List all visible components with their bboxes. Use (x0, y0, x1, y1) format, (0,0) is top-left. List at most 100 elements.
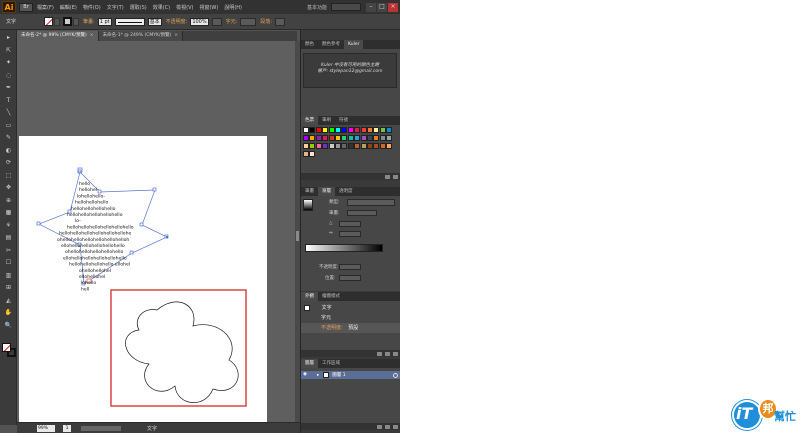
color-swatch[interactable] (315, 127, 322, 133)
doc-tab-1[interactable]: 未命名-2* @ 99% (CMYK/預覽) × (17, 31, 99, 41)
tool-button[interactable]: ✋ (4, 309, 13, 316)
color-swatch[interactable] (309, 127, 316, 133)
menu-item[interactable]: 編輯(E) (60, 4, 77, 11)
tool-button[interactable]: ◌ (4, 72, 13, 79)
fill-stroke-indicator[interactable] (2, 343, 16, 357)
horizontal-scrollbar[interactable] (81, 425, 121, 431)
color-swatch[interactable] (360, 143, 367, 149)
anchor-point[interactable] (152, 187, 157, 192)
menu-item[interactable]: 物件(O) (83, 4, 101, 11)
stroke-style-field[interactable]: 基本 (147, 17, 162, 26)
appearance-row-character[interactable]: 字元 (301, 313, 400, 323)
color-swatch[interactable] (322, 135, 329, 141)
color-swatch[interactable] (373, 127, 380, 133)
layer-name[interactable]: 圖層 1 (332, 372, 345, 378)
trash-icon[interactable] (393, 351, 398, 356)
artboard-number-field[interactable]: 1 (63, 424, 71, 432)
gradient-stroke-buttons[interactable] (347, 210, 377, 216)
color-swatch[interactable] (373, 135, 380, 141)
color-swatch[interactable] (360, 135, 367, 141)
tool-button[interactable]: ▭ (4, 122, 13, 129)
area-text[interactable]: hellohellohel-lohellohello-hellohellohel… (57, 181, 134, 292)
tool-button[interactable]: 🔍 (4, 322, 13, 329)
menu-item[interactable]: 檔案(F) (37, 4, 54, 11)
character-label[interactable]: 字元: (226, 18, 238, 25)
color-swatch[interactable] (386, 135, 393, 141)
color-swatch[interactable] (309, 135, 316, 141)
fill-dropdown[interactable] (54, 17, 61, 26)
color-swatch[interactable] (335, 143, 341, 149)
maximize-button[interactable]: □ (377, 2, 387, 12)
menu-item[interactable]: 說明(H) (224, 4, 242, 11)
color-swatch[interactable] (386, 127, 393, 133)
opacity-field[interactable]: 100% (190, 17, 209, 26)
trash-icon[interactable] (393, 174, 398, 179)
color-swatch[interactable] (354, 135, 361, 141)
color-swatch[interactable] (347, 143, 354, 149)
appearance-row-opacity[interactable]: 不透明度: 預設 (301, 323, 400, 333)
tab-color-guide[interactable]: 顏色參考 (318, 40, 344, 49)
stroke-dropdown[interactable] (73, 17, 80, 26)
color-swatch[interactable] (328, 143, 335, 149)
menu-item[interactable]: 選取(S) (130, 4, 147, 11)
bridge-button[interactable]: Br (19, 2, 33, 12)
workspace-switcher[interactable]: 基本功能 (307, 4, 327, 11)
stroke-label[interactable]: 筆畫: (83, 18, 95, 25)
color-swatch[interactable] (360, 127, 367, 133)
color-swatch[interactable] (379, 127, 386, 133)
tool-button[interactable]: ⚘ (4, 222, 13, 229)
color-swatch[interactable] (386, 143, 393, 149)
color-swatch[interactable] (347, 135, 354, 141)
doc-tab-2[interactable]: 未命名-1* @ 249% (CMYK/預覽) × (98, 31, 184, 41)
tab-appearance[interactable]: 外觀 (301, 292, 318, 301)
direction-point[interactable] (166, 236, 168, 238)
color-swatch[interactable] (322, 143, 329, 149)
tool-button[interactable]: ✎ (4, 134, 13, 141)
font-field[interactable] (240, 17, 257, 26)
artwork[interactable]: hellohellohel-lohellohello-hellohellohel… (17, 41, 295, 422)
color-swatch[interactable] (367, 143, 373, 149)
close-icon[interactable]: × (90, 33, 94, 38)
anchor-point[interactable] (139, 222, 144, 227)
scrollbar-thumb[interactable] (296, 231, 299, 241)
color-swatch[interactable] (354, 143, 361, 149)
tool-button[interactable]: T (4, 97, 13, 104)
tool-button[interactable]: ▤ (4, 234, 13, 241)
color-swatch[interactable] (379, 135, 386, 141)
color-swatch[interactable] (303, 127, 309, 133)
trash-icon[interactable] (393, 424, 398, 429)
tool-button[interactable]: ▦ (4, 209, 13, 216)
tool-button[interactable]: ✒ (4, 84, 13, 91)
canvas[interactable]: hello hellohel-lohellohello-hellohellohel… (17, 41, 295, 422)
add-stroke-icon[interactable] (377, 351, 382, 356)
opacity-label[interactable]: 不透明度: (166, 18, 188, 25)
tool-button[interactable]: ✦ (4, 59, 13, 66)
red-rectangle[interactable] (110, 289, 247, 407)
color-swatch[interactable] (328, 135, 335, 141)
gradient-type-select[interactable] (347, 199, 395, 206)
tab-swatches[interactable]: 色票 (301, 116, 318, 125)
menu-item[interactable]: 檢視(V) (176, 4, 193, 11)
color-swatch[interactable] (341, 143, 348, 149)
color-swatch[interactable] (328, 127, 335, 133)
color-swatch[interactable] (303, 151, 309, 157)
new-sublayer-icon[interactable] (377, 424, 382, 429)
align-button[interactable] (274, 17, 285, 26)
color-swatch[interactable] (322, 127, 329, 133)
color-swatch[interactable] (335, 135, 341, 141)
color-swatch[interactable] (379, 143, 386, 149)
minimize-button[interactable]: – (366, 2, 376, 12)
gradient-ratio-field[interactable] (339, 231, 361, 237)
anchor-point[interactable] (129, 250, 134, 255)
color-swatch[interactable] (373, 143, 380, 149)
menu-item[interactable]: 文字(T) (107, 4, 124, 11)
tool-button[interactable]: ✥ (4, 184, 13, 191)
color-swatch[interactable] (315, 135, 322, 141)
tool-button[interactable]: ☐ (4, 259, 13, 266)
tab-gradient[interactable]: 漸層 (318, 187, 335, 196)
color-swatch[interactable] (347, 127, 354, 133)
tab-artboards[interactable]: 工作區域 (318, 359, 344, 368)
tab-symbols[interactable]: 符號 (335, 116, 352, 125)
tool-button[interactable]: ◭ (4, 297, 13, 304)
fx-icon[interactable] (385, 351, 390, 356)
